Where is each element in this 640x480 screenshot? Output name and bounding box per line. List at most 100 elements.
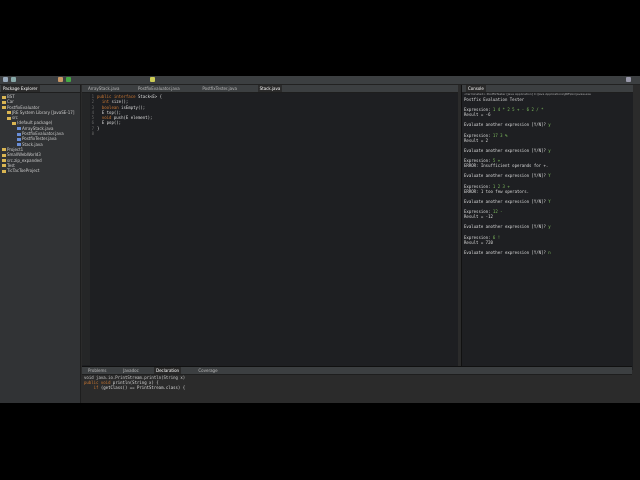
tree-item-label: PostfixEvaluator.java <box>22 131 64 137</box>
folder-icon <box>7 116 11 120</box>
tree-item-label: TicTacToeProject <box>7 168 40 174</box>
debug-icon[interactable] <box>58 77 63 82</box>
console-user-input: y <box>548 122 551 128</box>
tab-postfixevaluator[interactable]: PostfixEvaluator.java <box>136 85 182 92</box>
console-line: ERROR: Insufficient operands for +. <box>464 163 551 168</box>
tree-item-label: src <box>12 115 18 121</box>
folder-icon <box>2 95 6 99</box>
keyword: if <box>84 385 101 390</box>
tab-console[interactable]: Console <box>466 85 486 92</box>
console-text: Result = -12 <box>464 214 493 220</box>
console-user-input: 17 3 % <box>492 132 508 138</box>
folder-icon <box>2 106 6 110</box>
bottom-tabs: Problems Javadoc Declaration Coverage <box>82 367 632 375</box>
console-text: Evaluate another expression [Y/N]? <box>464 122 549 128</box>
tab-package-explorer[interactable]: Package Explorer <box>1 85 40 92</box>
keyword: int <box>97 99 112 105</box>
console-user-input: y <box>548 224 551 230</box>
folder-icon <box>2 153 6 157</box>
code-text[interactable]: 1 public interface Stack<E> {2 int size()… <box>88 94 162 136</box>
editor-tabs: ArrayStack.java PostfixEvaluator.java Post… <box>82 85 458 93</box>
console-text: Result = -6 <box>464 112 491 118</box>
tree-item-label: BST <box>7 94 15 99</box>
code-text-run: (getClass() == PrintStream.class) { <box>100 385 186 390</box>
console-text: Evaluate another expression [Y/N]? <box>464 249 549 255</box>
tree-item[interactable]: TicTacToeProject <box>2 168 74 173</box>
editor-area: ArrayStack.java PostfixEvaluator.java Post… <box>82 85 458 403</box>
code-text-run: E pop(); <box>97 120 122 126</box>
code-text-run: isEmpty(); <box>121 104 146 110</box>
eclipse-window: Package Explorer BST Car PostfixEvaluator J… <box>0 76 640 403</box>
keyword: boolean <box>97 104 122 110</box>
console-text: Evaluate another expression [Y/N]? <box>464 147 549 153</box>
project-tree: BST Car PostfixEvaluator JRE System Library… <box>2 94 74 173</box>
console-text: ERROR: Insufficient operands for +. <box>464 163 549 169</box>
perspective-icon[interactable] <box>626 77 631 82</box>
tree-item-label: Stack.java <box>22 141 43 147</box>
java-file-icon <box>17 127 21 131</box>
folder-icon <box>2 100 6 104</box>
tree-item-label: ArrayStack.java <box>22 125 54 131</box>
console-line: Evaluate another expression [Y/N]? y <box>464 224 551 229</box>
new-icon[interactable] <box>3 77 8 82</box>
console-user-input: 6 ! <box>492 234 501 240</box>
keyword: public interface <box>97 94 138 99</box>
tab-stack[interactable]: Stack.java <box>257 85 283 92</box>
tree-item-label: (default package) <box>17 120 53 126</box>
tab-postfixtester[interactable]: PostfixTester.java <box>200 85 239 92</box>
console-text: ERROR: 1 too few operators. <box>464 188 530 194</box>
console-text: Evaluate another expression [Y/N]? <box>464 198 549 204</box>
console-user-input: n <box>548 249 551 255</box>
console-line: Evaluate another expression [Y/N]? y <box>464 122 551 127</box>
declaration-line: if (getClass() == PrintStream.class) { <box>84 385 186 390</box>
save-icon[interactable] <box>11 77 16 82</box>
console-output[interactable]: Postfix Evaluation Tester Expression: 1 4… <box>464 97 551 255</box>
console-text: Postfix Evaluation Tester <box>464 97 525 102</box>
java-file-icon <box>17 143 21 147</box>
tree-item-label: PostfixTester.java <box>22 136 57 142</box>
console-user-input: Y <box>548 173 551 179</box>
console-user-input: 12 - <box>492 209 503 215</box>
console-line: Evaluate another expression [Y/N]? Y <box>464 173 551 178</box>
tab-javadoc[interactable]: Javadoc <box>121 367 141 374</box>
folder-icon <box>12 121 16 125</box>
run-icon[interactable] <box>66 77 71 82</box>
tree-item-label: SmallWebWorld3 <box>7 152 41 158</box>
console-line: Evaluate another expression [Y/N]? n <box>464 250 551 255</box>
code-text-run: push(E element); <box>113 115 153 121</box>
main-toolbar <box>0 76 640 85</box>
folder-icon <box>7 111 11 115</box>
console-text: Result = 2 <box>464 137 489 143</box>
search-icon[interactable] <box>150 77 155 82</box>
tree-item-label: Project1 <box>7 146 24 152</box>
code-text-run: E top(); <box>97 109 122 115</box>
tab-declaration[interactable]: Declaration <box>154 367 182 374</box>
code-text-run: } <box>97 125 100 131</box>
console-line: Evaluate another expression [Y/N]? Y <box>464 199 551 204</box>
package-explorer-header: Package Explorer <box>0 85 80 93</box>
line-number: 8 <box>91 131 94 137</box>
folder-icon <box>2 169 6 173</box>
code-line: 8 <box>88 131 162 136</box>
console-text: Evaluate another expression [Y/N]? <box>464 173 549 179</box>
tab-coverage[interactable]: Coverage <box>196 367 219 374</box>
bottom-panel: Problems Javadoc Declaration Coverage void … <box>82 366 632 403</box>
tree-item-label: Test <box>7 162 15 168</box>
console-text: Evaluate another expression [Y/N]? <box>464 224 549 230</box>
declaration-code: public void println(String x) { if (getC… <box>84 380 185 390</box>
code-text-run: size(); <box>111 99 129 105</box>
tab-arraystack[interactable]: ArrayStack.java <box>86 85 122 92</box>
folder-icon <box>2 164 6 168</box>
tree-item-label: PostfixEvaluator <box>7 104 40 110</box>
java-file-icon <box>17 132 21 136</box>
tree-item-label: JRE System Library [JavaSE-17] <box>12 109 75 115</box>
console-user-input: 1 4 * 2 5 + - 6 2 / * <box>492 107 544 113</box>
tree-item-label: src.zip_expanded <box>7 157 42 163</box>
code-text-run: Stack<E> { <box>137 94 163 99</box>
console-user-input: y <box>548 147 551 153</box>
folder-icon <box>2 159 6 163</box>
java-file-icon <box>17 137 21 141</box>
tab-problems[interactable]: Problems <box>86 367 108 374</box>
console-path: <terminated> PostfixTester [Java Applica… <box>464 92 591 96</box>
folder-icon <box>2 148 6 152</box>
